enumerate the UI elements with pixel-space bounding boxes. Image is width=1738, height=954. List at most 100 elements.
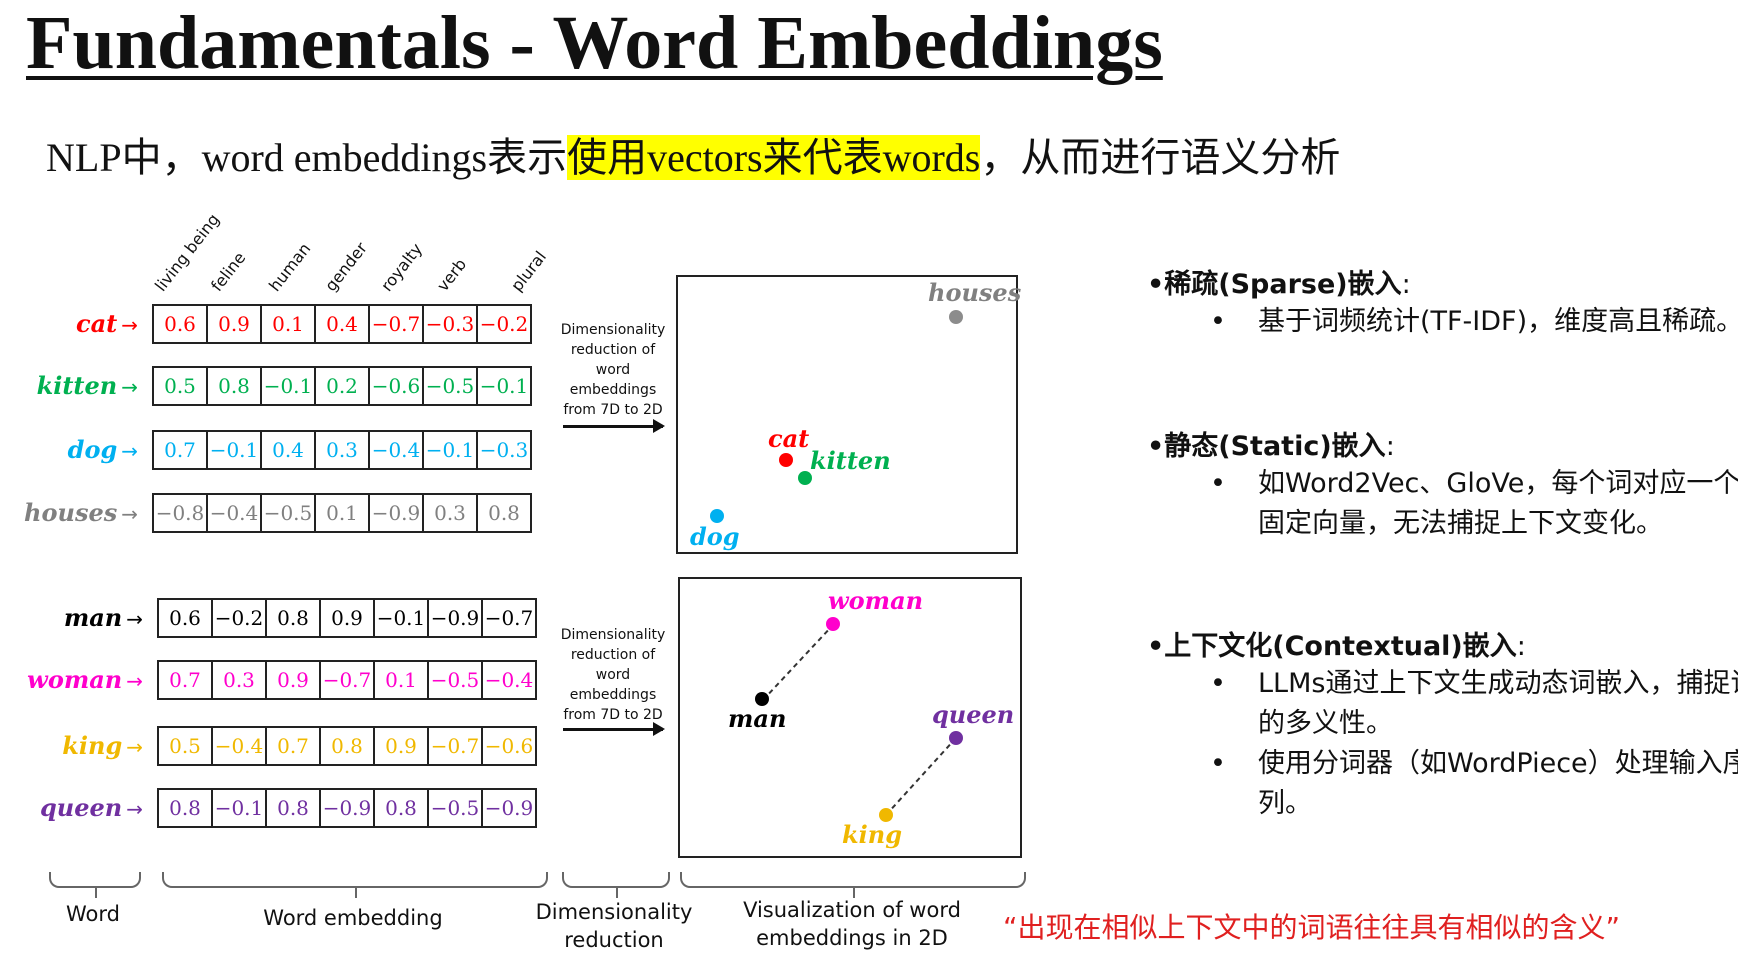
dim-reduction-line: embeddings [569,687,657,703]
vector-cell: 0.3 [424,495,478,533]
vector-cell: −0.8 [154,495,208,533]
vector-cell: 0.9 [321,600,375,638]
vector-cell: 0.9 [267,662,321,700]
label-kitten: kitten [810,446,891,475]
vector-cell: 0.1 [316,495,370,533]
label-dog: dog [690,522,740,551]
vector-cell: −0.1 [208,432,262,470]
label-houses: houses [928,278,1022,307]
caption-visualization: Visualization of word embeddings in 2D [722,896,982,952]
vector-cell: −0.4 [213,728,267,766]
caption-word-embedding: Word embedding [263,906,443,930]
contextual-bullet-1: • LLMs通过上下文生成动态词嵌入，捕捉词的多义性。 [1210,664,1738,744]
right-arrow-icon: → [126,735,143,759]
embedding-vector: 0.5 0.8 −0.1 0.2 −0.6 −0.5 −0.1 [152,366,532,406]
vector-cell: 0.8 [375,790,429,828]
vector-cell: −0.7 [483,600,537,638]
sparse-bullet: • 基于词频统计(TF-IDF)，维度高且稀疏。 [1210,302,1738,342]
label-cat: cat [768,424,810,453]
point-queen [949,731,963,745]
subtitle-suffix: ，从而进行语义分析 [980,135,1341,180]
word-label: woman → [27,665,143,694]
caption-line: embeddings in 2D [756,926,948,950]
label-woman: woman [828,586,924,615]
dimension-header: royalty [377,239,427,295]
dim-reduction-text-2: Dimensionality reduction of word embeddings… [553,625,673,725]
embedding-vector: −0.8 −0.4 −0.5 0.1 −0.9 0.3 0.8 [152,493,532,533]
right-arrow-icon [563,722,665,736]
static-bullet: • 如Word2Vec、GloVe，每个词对应一个固定向量，无法捕捉上下文变化。 [1210,464,1738,544]
page-title: Fundamentals - Word Embeddings [26,1,1163,85]
right-arrow-icon: → [126,669,143,693]
embedding-vector: 0.5 −0.4 0.7 0.8 0.9 −0.7 −0.6 [157,726,537,766]
word-label: queen → [40,793,143,822]
vector-cell: 0.8 [321,728,375,766]
embedding-vector: 0.6 −0.2 0.8 0.9 −0.1 −0.9 −0.7 [157,598,537,638]
word-label: king → [62,731,143,760]
dimension-header: feline [207,248,250,295]
caption-line: Dimensionality [535,900,693,924]
vector-cell: 0.7 [267,728,321,766]
vector-cell: −0.7 [370,306,424,344]
dim-reduction-line: embeddings [569,382,657,398]
vector-cell: −0.9 [429,600,483,638]
right-arrow-icon: → [121,313,138,337]
vector-cell: −0.3 [478,432,532,470]
word-label: houses → [24,498,138,527]
dim-reduction-line: reduction of [570,342,656,358]
vector-cell: 0.7 [159,662,213,700]
bullet-glyph: • [1210,468,1226,499]
vector-cell: −0.5 [262,495,316,533]
embedding-vector: 0.8 −0.1 0.8 −0.9 0.8 −0.5 −0.9 [157,788,537,828]
vector-cell: −0.5 [424,368,478,406]
caption-dim-reduction: Dimensionality reduction [528,898,700,954]
right-arrow-icon: → [121,375,138,399]
vector-cell: 0.8 [208,368,262,406]
vector-cell: −0.2 [213,600,267,638]
vector-cell: −0.7 [321,662,375,700]
right-arrow-icon: → [126,797,143,821]
subtitle-prefix: NLP中，word embeddings表示 [46,135,568,180]
vector-cell: −0.9 [321,790,375,828]
plot-2d-group1 [676,275,1018,554]
vector-cell: 0.9 [375,728,429,766]
subtitle-highlight: 使用vectors来代表words [567,135,981,180]
bullet-glyph: • [1210,748,1226,779]
vector-cell: −0.9 [370,495,424,533]
vector-cell: 0.3 [316,432,370,470]
vector-cell: 0.3 [213,662,267,700]
vector-cell: −0.1 [262,368,316,406]
vector-cell: 0.9 [208,306,262,344]
caption-line: reduction [564,928,664,952]
vector-cell: −0.3 [424,306,478,344]
bracket-word [49,872,141,898]
right-arrow-icon: → [126,607,143,631]
word-label: dog → [67,435,138,464]
vector-cell: 0.6 [154,306,208,344]
bullet-glyph: • [1210,668,1226,699]
bracket-embedding [162,872,548,898]
sparse-heading: •稀疏(Sparse)嵌入: [1147,269,1411,300]
dimension-header: human [265,239,315,295]
embedding-vector: 0.7 −0.1 0.4 0.3 −0.4 −0.1 −0.3 [152,430,532,470]
caption-word: Word [66,902,120,926]
dimension-header: verb [433,254,471,295]
vector-cell: 0.7 [154,432,208,470]
contextual-heading: •上下文化(Contextual)嵌入: [1147,631,1526,662]
caption-line: Visualization of word [743,898,961,922]
dim-reduction-line: from 7D to 2D [563,402,663,418]
vector-cell: −0.6 [483,728,537,766]
vector-cell: 0.8 [267,600,321,638]
quote: “出现在相似上下文中的词语往往具有相似的含义” [1003,911,1621,944]
point-cat [779,453,793,467]
dim-reduction-text-1: Dimensionality reduction of word embeddings… [553,320,673,420]
vector-cell: 0.2 [316,368,370,406]
contextual-bullet-2: • 使用分词器（如WordPiece）处理输入序列。 [1210,744,1738,824]
right-arrow-icon: → [121,439,138,463]
vector-cell: −0.4 [208,495,262,533]
point-woman [826,617,840,631]
vector-cell: 0.8 [159,790,213,828]
vector-cell: −0.9 [483,790,537,828]
vector-cell: 0.6 [159,600,213,638]
vector-cell: 0.8 [478,495,532,533]
